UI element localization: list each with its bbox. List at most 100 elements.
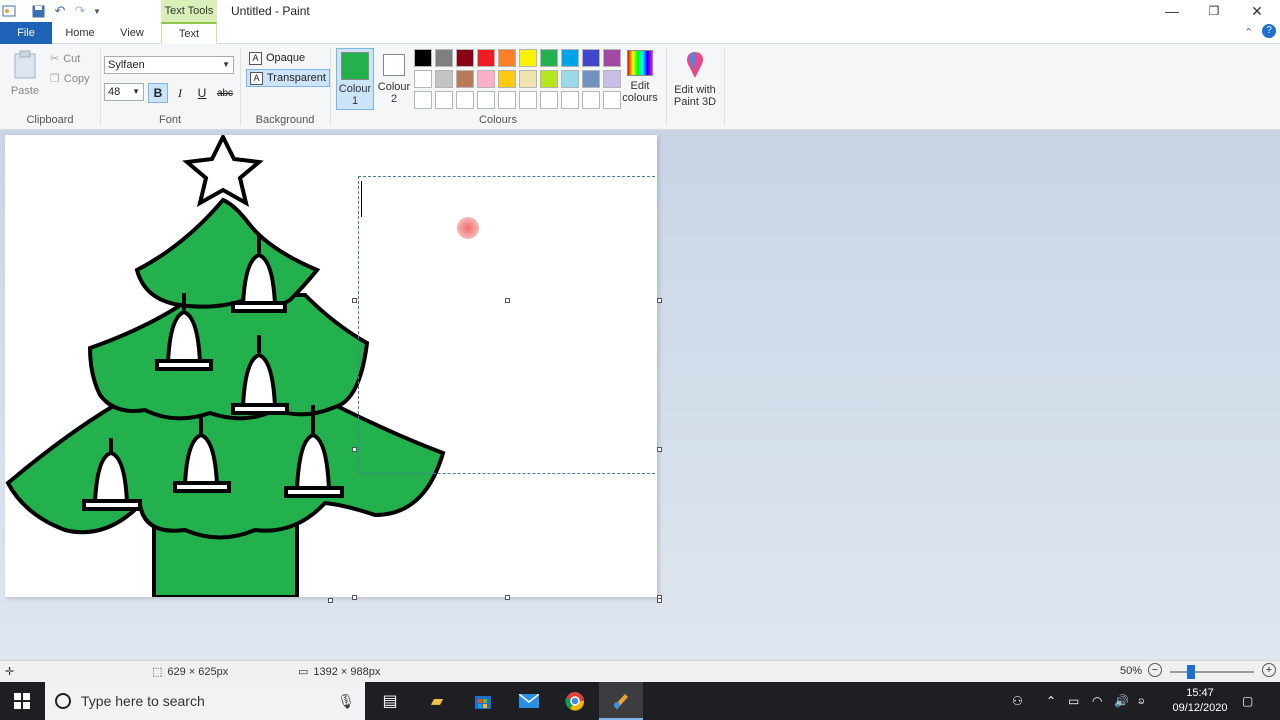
chrome-icon[interactable] — [563, 689, 587, 713]
microphone-icon[interactable]: 🎙 — [337, 693, 355, 710]
wifi-icon[interactable]: ◠ — [1092, 682, 1102, 720]
zoom-in-button[interactable]: + — [1262, 663, 1276, 677]
palette-swatch[interactable] — [519, 91, 537, 109]
palette-swatch[interactable] — [519, 70, 537, 88]
paste-button[interactable]: Paste — [8, 50, 42, 97]
taskbar-clock[interactable]: 15:47 09/12/2020 — [1168, 686, 1232, 716]
redo-icon[interactable]: ↷ — [72, 3, 88, 19]
paint-3d-icon — [687, 52, 703, 78]
palette-swatch[interactable] — [477, 70, 495, 88]
restore-button[interactable]: ❐ — [1192, 0, 1236, 22]
colour-1-button[interactable]: Colour 1 — [336, 48, 374, 110]
palette-swatch[interactable] — [603, 70, 621, 88]
resize-handle[interactable] — [352, 447, 357, 452]
resize-handle[interactable] — [657, 447, 662, 452]
palette-swatch[interactable] — [498, 91, 516, 109]
palette-swatch[interactable] — [456, 91, 474, 109]
status-bar: ✛ ⬚ 629 × 625px ▭ 1392 × 988px 50% − + — [0, 660, 1280, 682]
show-hidden-icons[interactable]: ⌃ — [1046, 682, 1056, 720]
bold-button[interactable]: B — [148, 83, 168, 103]
save-icon[interactable] — [30, 3, 46, 19]
canvas-resize-handle[interactable] — [657, 598, 662, 603]
edit-colours-button[interactable]: Edit colours — [620, 50, 660, 104]
taskbar-search-box[interactable]: Type here to search 🎙 — [45, 682, 365, 720]
palette-swatch[interactable] — [540, 70, 558, 88]
tab-file[interactable]: File — [0, 22, 52, 44]
palette-swatch[interactable] — [435, 91, 453, 109]
text-box-selection[interactable] — [358, 176, 657, 474]
colour-2-label-line1: Colour — [377, 81, 411, 93]
tab-text[interactable]: Text — [161, 22, 217, 44]
edit-with-paint-3d-button[interactable]: Edit with Paint 3D — [670, 50, 720, 108]
volume-icon[interactable]: 🔊 — [1114, 682, 1129, 720]
palette-swatch[interactable] — [435, 70, 453, 88]
cut-label: Cut — [63, 52, 81, 65]
canvas-resize-handle[interactable] — [328, 598, 333, 603]
minimize-ribbon-icon[interactable]: ⌃ — [1244, 26, 1253, 39]
palette-swatch[interactable] — [477, 91, 495, 109]
palette-swatch[interactable] — [603, 91, 621, 109]
battery-icon[interactable]: ▭ — [1068, 682, 1079, 720]
cortana-icon — [55, 693, 71, 709]
copy-button[interactable]: ❐ Copy — [50, 72, 90, 86]
canvas-workspace[interactable] — [0, 130, 1280, 660]
language-icon[interactable]: ခ — [1138, 682, 1145, 720]
mail-icon[interactable] — [517, 689, 541, 713]
resize-handle[interactable] — [352, 595, 357, 600]
file-explorer-icon[interactable]: ▰ — [425, 689, 449, 713]
palette-swatch[interactable] — [477, 49, 495, 67]
palette-swatch[interactable] — [498, 49, 516, 67]
resize-handle[interactable] — [352, 298, 357, 303]
notifications-icon[interactable]: ▢ — [1242, 682, 1253, 720]
palette-swatch[interactable] — [414, 70, 432, 88]
palette-swatch[interactable] — [519, 49, 537, 67]
palette-swatch[interactable] — [561, 91, 579, 109]
task-view-icon[interactable]: ▤ — [378, 689, 402, 713]
zoom-out-button[interactable]: − — [1148, 663, 1162, 677]
close-button[interactable]: ✕ — [1235, 0, 1279, 22]
zoom-slider-track[interactable] — [1170, 671, 1254, 673]
microsoft-store-icon[interactable] — [471, 689, 495, 713]
palette-swatch[interactable] — [540, 49, 558, 67]
transparent-button[interactable]: A Transparent — [246, 69, 330, 87]
palette-swatch[interactable] — [561, 70, 579, 88]
font-family-select[interactable]: Sylfaen ▼ — [104, 56, 234, 74]
people-icon[interactable]: ⚇ — [1012, 682, 1023, 720]
colour-2-button[interactable]: Colour 2 — [376, 48, 412, 110]
palette-swatch[interactable] — [414, 49, 432, 67]
paint-app-icon[interactable] — [2, 3, 16, 19]
minimize-button[interactable]: — — [1150, 0, 1194, 22]
palette-swatch[interactable] — [582, 70, 600, 88]
palette-swatch[interactable] — [603, 49, 621, 67]
zoom-slider-thumb[interactable] — [1187, 665, 1195, 679]
windows-start-icon[interactable] — [10, 689, 34, 713]
image-size-icon: ▭ — [298, 666, 309, 678]
resize-handle[interactable] — [505, 298, 510, 303]
palette-swatch[interactable] — [456, 49, 474, 67]
underline-button[interactable]: U — [192, 83, 212, 103]
taskbar-paint-active[interactable] — [599, 682, 643, 720]
tab-home[interactable]: Home — [58, 22, 102, 44]
resize-handle[interactable] — [657, 298, 662, 303]
palette-swatch[interactable] — [498, 70, 516, 88]
strikethrough-button[interactable]: abc — [214, 83, 236, 103]
palette-swatch[interactable] — [456, 70, 474, 88]
tab-view[interactable]: View — [110, 22, 154, 44]
paint-3d-label-line2: Paint 3D — [673, 96, 717, 108]
cut-button[interactable]: ✂ Cut — [50, 52, 81, 66]
palette-swatch[interactable] — [435, 49, 453, 67]
palette-swatch[interactable] — [582, 49, 600, 67]
undo-icon[interactable]: ↶ — [52, 3, 68, 19]
resize-handle[interactable] — [505, 595, 510, 600]
opaque-button[interactable]: A Opaque — [246, 49, 308, 67]
drawing-canvas[interactable] — [5, 135, 657, 597]
palette-swatch[interactable] — [540, 91, 558, 109]
palette-swatch[interactable] — [582, 91, 600, 109]
help-icon[interactable]: ? — [1262, 24, 1276, 38]
ribbon-tabs: File Home View Text — [0, 22, 1280, 44]
customize-toolbar-icon[interactable]: ▼ — [92, 3, 102, 19]
italic-button[interactable]: I — [170, 83, 190, 103]
palette-swatch[interactable] — [561, 49, 579, 67]
font-size-select[interactable]: 48 ▼ — [104, 83, 144, 101]
palette-swatch[interactable] — [414, 91, 432, 109]
